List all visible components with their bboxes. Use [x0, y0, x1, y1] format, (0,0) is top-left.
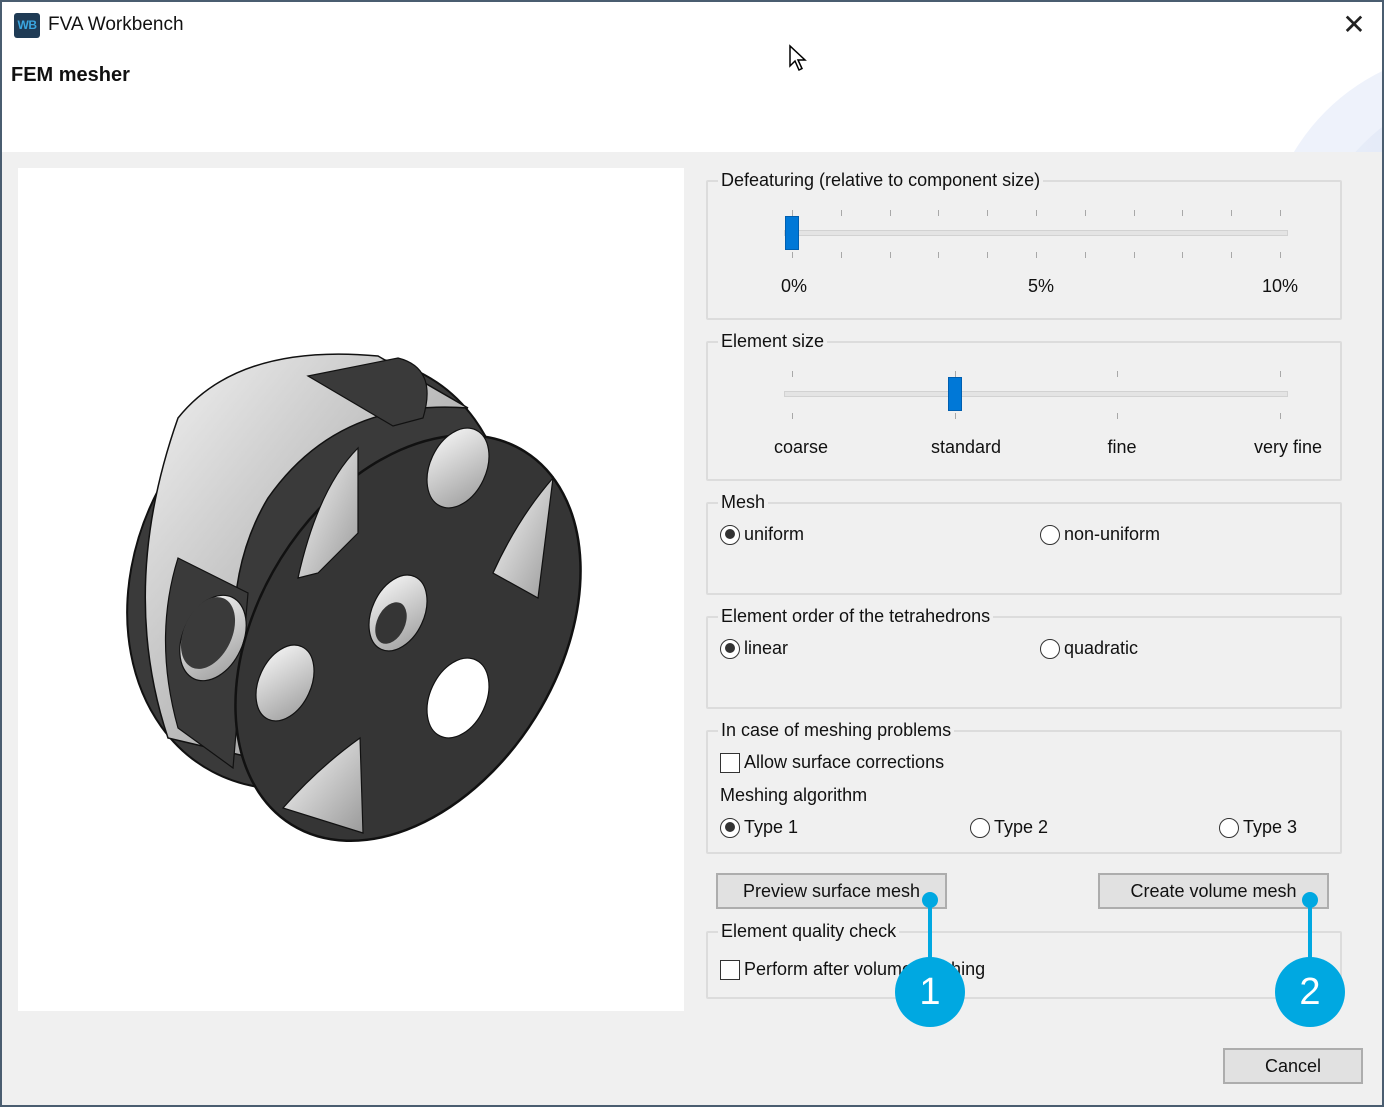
defeaturing-tick — [840, 210, 842, 216]
radio-linear[interactable]: linear — [720, 638, 788, 659]
defeaturing-label-min: 0% — [780, 276, 808, 296]
allow-surface-corrections-checkbox[interactable]: Allow surface corrections — [720, 752, 944, 773]
radio-label: Type 2 — [994, 817, 1049, 837]
radio-label: quadratic — [1064, 638, 1139, 658]
defeaturing-tick — [1036, 210, 1037, 216]
defeaturing-tick — [889, 210, 891, 216]
radio-non-uniform[interactable]: non-uniform — [1040, 524, 1160, 545]
defeaturing-tick — [840, 252, 842, 258]
radio-type-1[interactable]: Type 1 — [720, 817, 798, 838]
quality-check-group: Element quality check Perform after volu… — [706, 920, 1342, 999]
checkbox-box[interactable] — [720, 752, 740, 773]
dialog-heading: FEM mesher — [11, 64, 130, 86]
mouse-cursor-icon — [789, 44, 807, 72]
element-size-tick — [792, 371, 793, 377]
element-size-slider-track[interactable] — [784, 391, 1288, 397]
element-size-tick — [1117, 413, 1119, 419]
radio-indicator[interactable] — [1219, 817, 1239, 838]
defeaturing-tick — [792, 252, 793, 258]
window-title: FVA Workbench — [48, 14, 184, 35]
element-size-tick — [954, 413, 956, 419]
element-order-title: Element order of the tetrahedrons — [718, 605, 994, 627]
callout-badge-2: 2 — [1275, 957, 1345, 1027]
radio-label: linear — [744, 638, 789, 658]
radio-label: uniform — [744, 524, 805, 544]
defeaturing-tick — [1280, 252, 1281, 258]
element-size-tick — [1280, 413, 1281, 419]
element-size-slider-thumb[interactable] — [947, 377, 962, 411]
radio-indicator[interactable] — [1040, 638, 1060, 659]
element-size-label: coarse — [773, 437, 829, 457]
meshing-problems-title: In case of meshing problems — [718, 719, 955, 741]
cage-part-3d-model — [126, 353, 582, 843]
defeaturing-tick — [1182, 252, 1184, 258]
quality-check-title: Element quality check — [718, 920, 900, 942]
defeaturing-tick — [1133, 210, 1135, 216]
defeaturing-tick — [1084, 252, 1086, 258]
element-size-label: standard — [930, 437, 1002, 457]
element-order-group: Element order of the tetrahedrons linear… — [706, 605, 1342, 709]
defeaturing-tick — [987, 210, 989, 216]
radio-indicator[interactable] — [1040, 524, 1060, 545]
defeaturing-tick — [1231, 252, 1233, 258]
callout-badge-1: 1 — [895, 957, 965, 1027]
preview-surface-mesh-button[interactable]: Preview surface mesh — [716, 873, 947, 909]
callout-dot-2 — [1302, 892, 1318, 908]
decorative-arc — [1264, 50, 1382, 152]
radio-quadratic[interactable]: quadratic — [1040, 638, 1138, 659]
element-size-label: fine — [1107, 437, 1137, 457]
radio-uniform[interactable]: uniform — [720, 524, 804, 545]
defeaturing-title: Defeaturing (relative to component size) — [718, 169, 1044, 191]
checkbox-label: Allow surface corrections — [744, 752, 945, 772]
radio-label: Type 1 — [744, 817, 799, 837]
radio-indicator[interactable] — [720, 817, 740, 838]
radio-indicator[interactable] — [720, 638, 740, 659]
close-button[interactable]: ✕ — [1338, 10, 1370, 40]
checkbox-box[interactable] — [720, 959, 740, 980]
meshing-problems-group: In case of meshing problems Allow surfac… — [706, 719, 1342, 854]
radio-indicator[interactable] — [720, 524, 740, 545]
defeaturing-slider-track[interactable] — [784, 230, 1288, 236]
defeaturing-tick — [987, 252, 989, 258]
defeaturing-tick — [1133, 252, 1135, 258]
fem-mesher-dialog: WB FVA Workbench ✕ FEM mesher Defeaturin… — [0, 0, 1384, 1107]
defeaturing-slider-thumb[interactable] — [785, 216, 799, 250]
defeaturing-tick — [1231, 210, 1233, 216]
defeaturing-label-mid: 5% — [1027, 276, 1055, 296]
radio-label: Type 3 — [1243, 817, 1298, 837]
defeaturing-tick — [1036, 252, 1037, 258]
mesh-title: Mesh — [718, 491, 769, 513]
close-icon: ✕ — [1342, 9, 1366, 40]
radio-type-2[interactable]: Type 2 — [970, 817, 1048, 838]
defeaturing-tick — [1182, 210, 1184, 216]
defeaturing-label-max: 10% — [1261, 276, 1299, 296]
defeaturing-group: Defeaturing (relative to component size)… — [706, 169, 1342, 320]
create-volume-mesh-button[interactable]: Create volume mesh — [1098, 873, 1329, 909]
radio-indicator[interactable] — [970, 817, 990, 838]
element-size-group: Element size coarse standard fine very f… — [706, 330, 1342, 481]
model-preview-viewport[interactable] — [18, 168, 684, 1011]
defeaturing-tick — [938, 252, 940, 258]
callout-dot-1 — [922, 892, 938, 908]
element-size-label: very fine — [1253, 437, 1323, 457]
element-size-tick — [1280, 371, 1281, 377]
element-size-tick — [1117, 371, 1119, 377]
radio-label: non-uniform — [1064, 524, 1161, 544]
defeaturing-tick — [1084, 210, 1086, 216]
element-size-tick — [792, 413, 793, 419]
mesh-group: Mesh uniform non-uniform — [706, 491, 1342, 595]
radio-type-3[interactable]: Type 3 — [1219, 817, 1297, 838]
meshing-algorithm-label: Meshing algorithm — [720, 785, 868, 805]
element-size-title: Element size — [718, 330, 828, 352]
defeaturing-tick — [889, 252, 891, 258]
app-logo-icon: WB — [14, 13, 40, 38]
defeaturing-tick — [938, 210, 940, 216]
title-area: WB FVA Workbench ✕ FEM mesher — [2, 2, 1382, 152]
defeaturing-tick — [1280, 210, 1281, 216]
cancel-button[interactable]: Cancel — [1223, 1048, 1363, 1084]
